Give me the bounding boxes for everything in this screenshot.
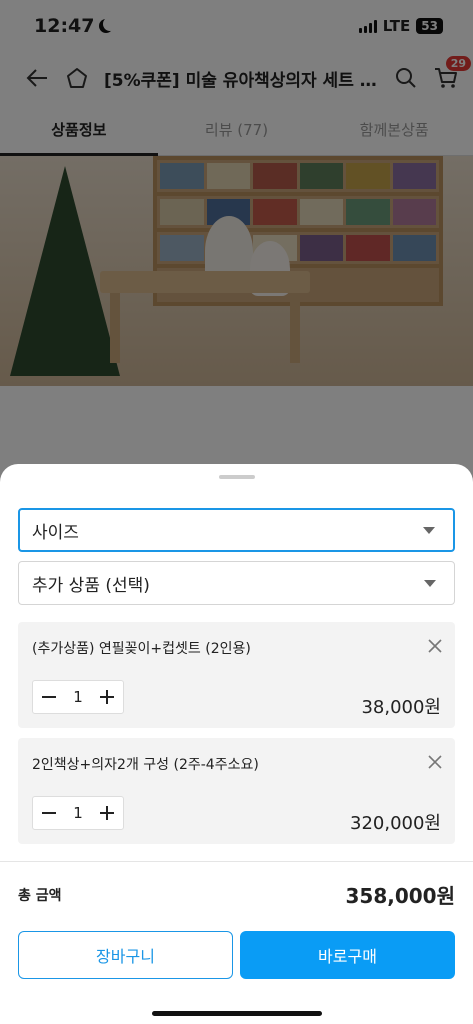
buy-now-button[interactable]: 바로구매 [240, 931, 455, 979]
item-price: 320,000원 [350, 813, 441, 834]
close-icon[interactable] [427, 754, 443, 770]
divider [0, 861, 473, 862]
quantity-stepper: 1 [32, 680, 124, 714]
addon-select[interactable]: 추가 상품 (선택) [18, 561, 455, 605]
item-name: (추가상품) 연필꽂이+컵셋트 (2인용) [32, 641, 251, 657]
item-price: 38,000원 [361, 697, 441, 718]
chevron-down-icon [424, 579, 436, 587]
close-icon[interactable] [427, 638, 443, 654]
home-indicator[interactable] [151, 1011, 322, 1016]
quantity-stepper: 1 [32, 796, 124, 830]
size-select[interactable]: 사이즈 [18, 508, 455, 552]
quantity-value: 1 [73, 804, 83, 822]
minus-icon[interactable] [41, 805, 57, 821]
add-to-cart-button[interactable]: 장바구니 [18, 931, 233, 979]
option-bottom-sheet: 사이즈 추가 상품 (선택) (추가상품) 연필꽂이+컵셋트 (2인용) 1 3… [0, 464, 473, 1024]
quantity-value: 1 [73, 688, 83, 706]
addon-select-label: 추가 상품 (선택) [32, 575, 150, 596]
plus-icon[interactable] [99, 805, 115, 821]
total-label: 총 금액 [18, 888, 62, 904]
selected-item-card: 2인책상+의자2개 구성 (2주-4주소요) 1 320,000원 [18, 738, 455, 844]
chevron-down-icon [423, 526, 435, 534]
plus-icon[interactable] [99, 689, 115, 705]
size-select-label: 사이즈 [32, 522, 79, 543]
sheet-grabber[interactable] [218, 475, 255, 479]
total-price: 358,000원 [345, 884, 456, 908]
minus-icon[interactable] [41, 689, 57, 705]
selected-item-card: (추가상품) 연필꽂이+컵셋트 (2인용) 1 38,000원 [18, 622, 455, 728]
item-name: 2인책상+의자2개 구성 (2주-4주소요) [32, 757, 259, 773]
